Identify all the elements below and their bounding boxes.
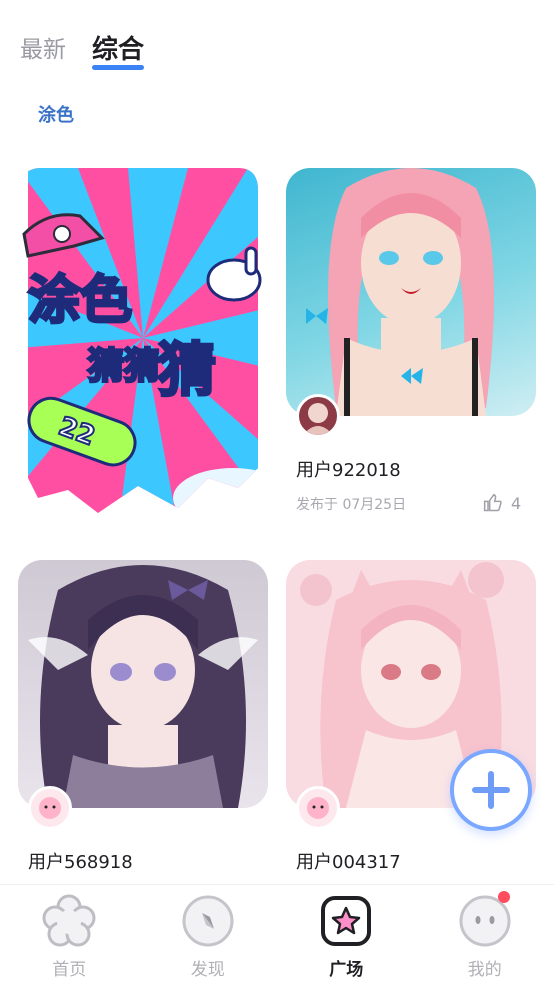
- user-avatar[interactable]: [296, 394, 340, 438]
- username[interactable]: 用户004317: [296, 848, 401, 874]
- user-avatar[interactable]: [296, 786, 340, 830]
- username[interactable]: 用户922018: [296, 456, 401, 482]
- girl-illustration: [18, 560, 268, 808]
- poster-title-3: 猜: [158, 336, 216, 404]
- post-image: [286, 168, 536, 416]
- poster-art: 涂色 猜猜 猜 22: [18, 168, 268, 528]
- bottom-nav: 首页 发现 广场 我的: [0, 884, 554, 985]
- tab-latest[interactable]: 最新: [20, 32, 66, 68]
- add-post-button[interactable]: [450, 749, 532, 831]
- plus-icon: [470, 769, 512, 811]
- user-avatar[interactable]: [28, 786, 72, 830]
- post-card[interactable]: 用户004317: [286, 560, 536, 880]
- like-count: 4: [511, 494, 521, 513]
- post-card[interactable]: 用户568918: [18, 560, 268, 880]
- poster-title-1: 涂色: [28, 271, 132, 331]
- post-image: [18, 560, 268, 808]
- like-button[interactable]: 4: [483, 493, 521, 513]
- nav-home-label: 首页: [52, 955, 86, 980]
- girl-illustration: [286, 168, 536, 416]
- star-square-icon: [318, 893, 374, 949]
- nav-mine-label: 我的: [468, 955, 502, 980]
- notification-dot: [498, 891, 510, 903]
- compass-icon: [180, 893, 236, 949]
- thumbs-up-icon: [483, 493, 503, 513]
- publish-date: 发布于 07月25日: [296, 494, 406, 514]
- poster-image: 涂色 猜猜 猜 22: [18, 168, 268, 528]
- filter-coloring[interactable]: 涂色: [38, 101, 74, 127]
- tab-overall-label: 综合: [92, 35, 144, 65]
- active-tab-underline: [92, 65, 144, 70]
- nav-square[interactable]: 广场: [277, 885, 416, 985]
- nav-discover-label: 发现: [191, 955, 225, 980]
- tab-overall[interactable]: 综合: [92, 32, 144, 68]
- flower-icon: [41, 893, 97, 949]
- post-card-poster[interactable]: 涂色 猜猜 猜 22: [18, 168, 268, 528]
- poster-title-2: 猜猜: [88, 346, 160, 387]
- username[interactable]: 用户568918: [28, 848, 133, 874]
- nav-home[interactable]: 首页: [0, 885, 139, 985]
- post-card[interactable]: 用户922018 发布于 07月25日 4: [286, 168, 536, 528]
- top-tabs: 最新 综合: [20, 32, 144, 68]
- nav-square-label: 广场: [329, 955, 363, 980]
- nav-discover[interactable]: 发现: [139, 885, 278, 985]
- nav-mine[interactable]: 我的: [416, 885, 554, 985]
